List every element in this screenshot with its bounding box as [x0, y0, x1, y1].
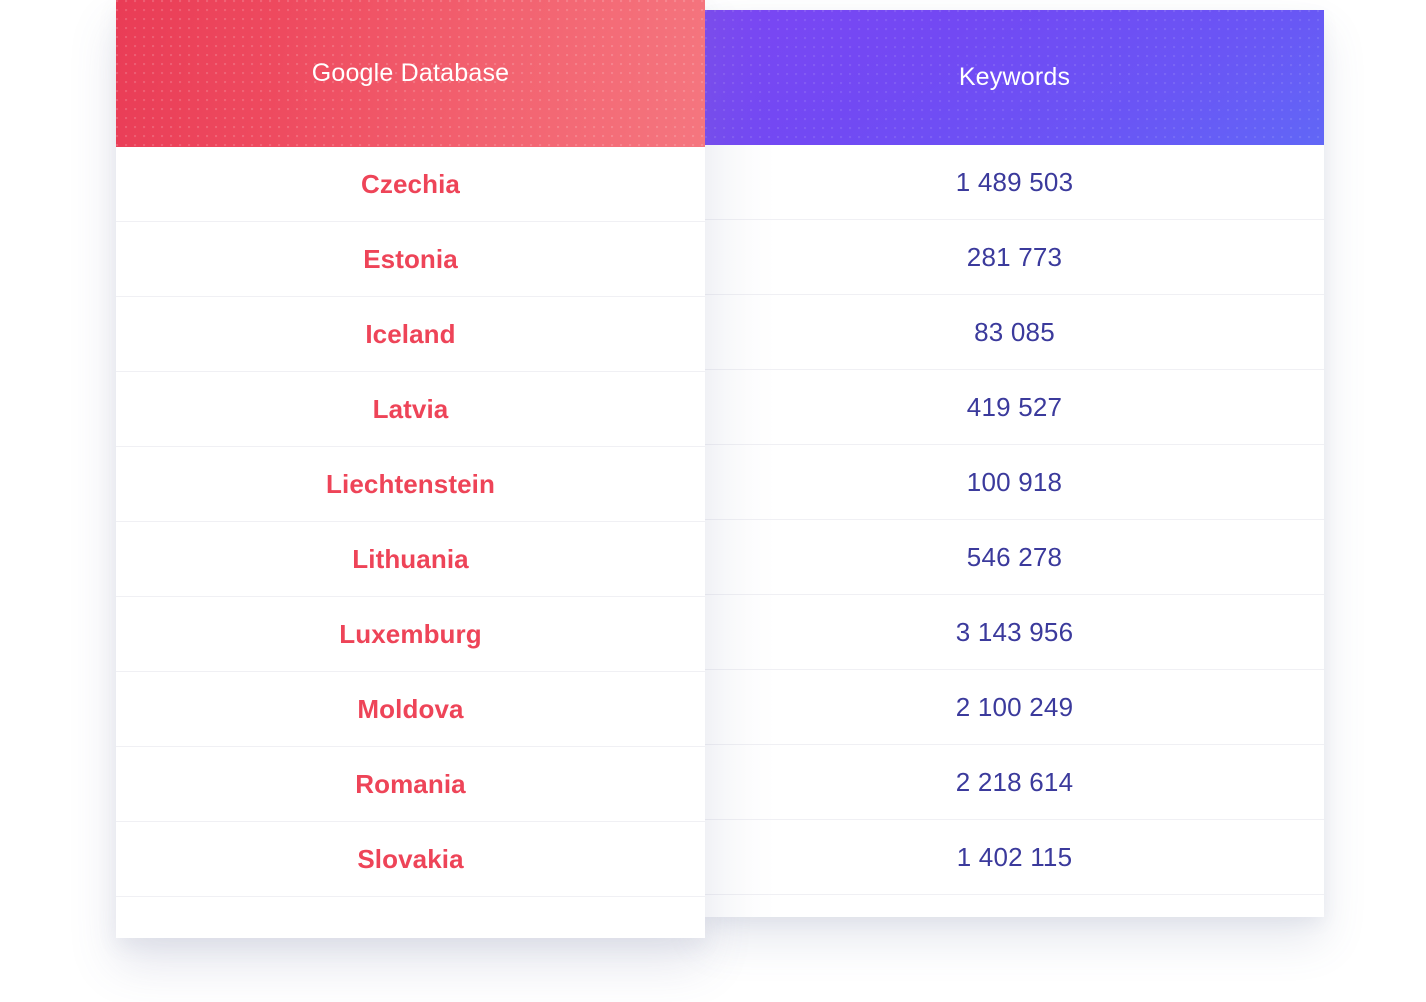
- country-name: Estonia: [363, 244, 458, 274]
- table-row[interactable]: Estonia: [116, 222, 705, 297]
- table-row[interactable]: Liechtenstein: [116, 447, 705, 522]
- country-name: Latvia: [372, 394, 449, 424]
- table-row[interactable]: 546 278: [705, 520, 1324, 595]
- country-name: Romania: [355, 769, 466, 799]
- table-row[interactable]: 100 918: [705, 445, 1324, 520]
- keywords-value: 1 402 115: [956, 842, 1073, 872]
- table-row[interactable]: Iceland: [116, 297, 705, 372]
- keywords-value: 3 143 956: [955, 617, 1074, 647]
- country-name: Luxemburg: [339, 619, 482, 649]
- table-row[interactable]: Luxemburg: [116, 597, 705, 672]
- table-row[interactable]: 419 527: [705, 370, 1324, 445]
- table-row[interactable]: Latvia: [116, 372, 705, 447]
- page-root: Google Database Czechia Estonia Iceland …: [0, 0, 1426, 1002]
- keywords-header-label: Keywords: [958, 63, 1071, 91]
- country-name: Czechia: [361, 169, 460, 199]
- keywords-value: 546 278: [966, 542, 1063, 572]
- country-name: Slovakia: [357, 844, 464, 874]
- keywords-value: 83 085: [974, 317, 1055, 347]
- country-name: Lithuania: [352, 544, 469, 574]
- country-name: Liechtenstein: [326, 469, 495, 499]
- country-name: Moldova: [357, 694, 464, 724]
- table-row[interactable]: Czechia: [116, 147, 705, 222]
- table-row[interactable]: 281 773: [705, 220, 1324, 295]
- keywords-value: 281 773: [966, 242, 1063, 272]
- table-row[interactable]: 2 218 614: [705, 745, 1324, 820]
- keywords-column-card: Keywords 1 489 503 281 773 83 085 419 52…: [705, 10, 1324, 917]
- keywords-rows: 1 489 503 281 773 83 085 419 527 100 918…: [705, 145, 1324, 895]
- google-database-column-card: Google Database Czechia Estonia Iceland …: [116, 0, 705, 938]
- table-row[interactable]: Moldova: [116, 672, 705, 747]
- table-row[interactable]: 2 100 249: [705, 670, 1324, 745]
- table-row[interactable]: 3 143 956: [705, 595, 1324, 670]
- table-row[interactable]: Romania: [116, 747, 705, 822]
- table-row[interactable]: 83 085: [705, 295, 1324, 370]
- table-row[interactable]: Lithuania: [116, 522, 705, 597]
- country-name: Iceland: [365, 319, 456, 349]
- google-database-header-label: Google Database: [311, 59, 510, 87]
- keywords-value: 2 100 249: [955, 692, 1074, 722]
- keywords-value: 100 918: [966, 467, 1063, 497]
- keywords-value: 2 218 614: [955, 767, 1074, 797]
- table-row[interactable]: 1 489 503: [705, 145, 1324, 220]
- google-database-rows: Czechia Estonia Iceland Latvia Liechtens…: [116, 147, 705, 897]
- google-database-column-header: Google Database: [116, 0, 705, 147]
- table-row[interactable]: Slovakia: [116, 822, 705, 897]
- keywords-value: 419 527: [966, 392, 1063, 422]
- keywords-value: 1 489 503: [955, 167, 1074, 197]
- keywords-column-header: Keywords: [705, 10, 1324, 145]
- table-row[interactable]: 1 402 115: [705, 820, 1324, 895]
